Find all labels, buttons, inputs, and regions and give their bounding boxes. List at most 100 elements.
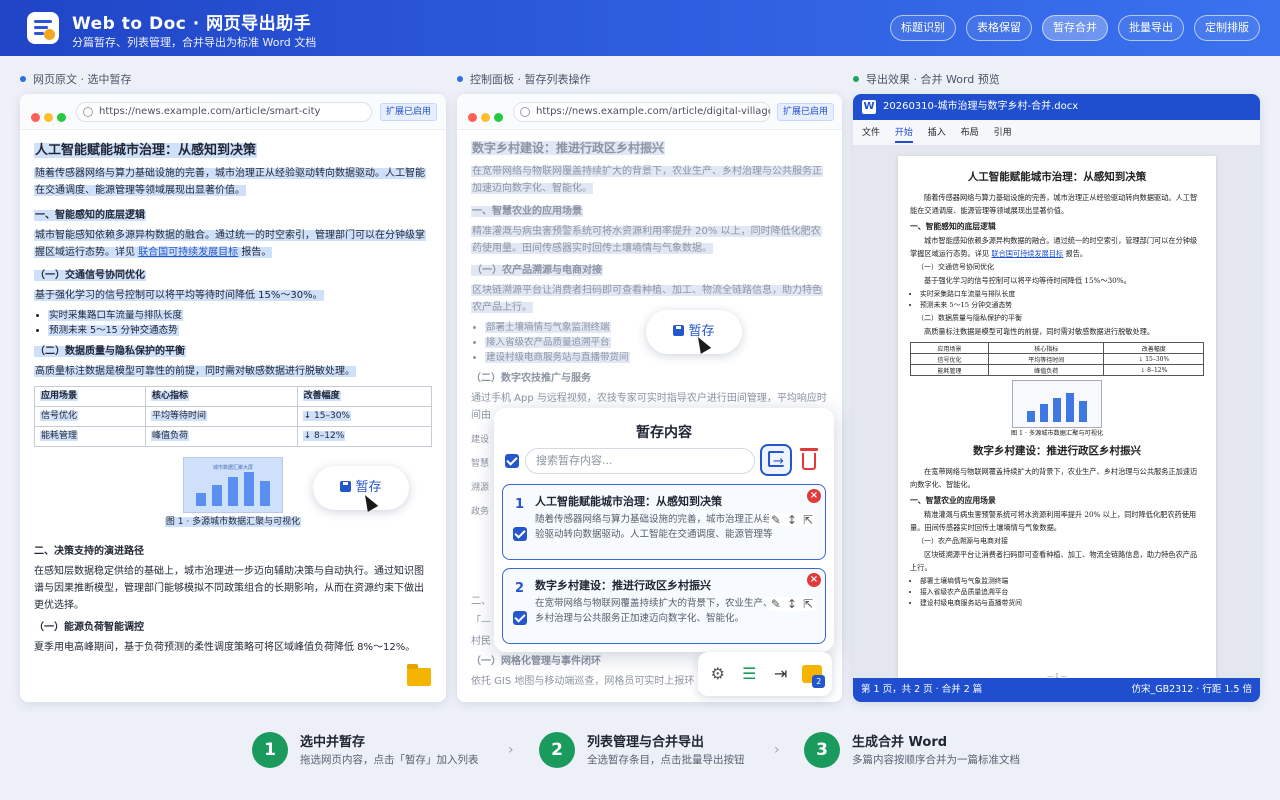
chart-bar <box>196 493 206 506</box>
app-logo-icon <box>27 12 59 44</box>
word-title-bar: W 20260310-城市治理与数字乡村-合并.docx <box>853 94 1260 120</box>
menu-insert[interactable]: 插入 <box>928 128 946 138</box>
paragraph: 在宽带网络与物联网覆盖持续扩大的背景下，农业生产、乡村治理与公共服务正加速迈向数… <box>471 166 823 194</box>
paragraph: 基于强化学习的信号控制可以将平均等待时间降低 15%～30%。 <box>34 290 324 301</box>
select-all-checkbox[interactable] <box>505 454 519 468</box>
menu-home[interactable]: 开始 <box>894 128 913 143</box>
address-bar[interactable]: https://news.example.com/article/smart-c… <box>76 102 372 122</box>
stash-item-card[interactable]: 1 人工智能赋能城市治理：从感知到决策 随着传感器网络与算力基础设施的完善，城市… <box>502 484 826 560</box>
save-icon <box>673 325 685 336</box>
stash-box-icon[interactable]: 2 <box>801 663 826 688</box>
word-preview-panel: W 20260310-城市治理与数字乡村-合并.docx 文件 开始 插入 布局… <box>853 94 1260 702</box>
settings-gear-icon[interactable]: ⚙ <box>707 663 729 685</box>
word-app-icon: W <box>862 100 876 114</box>
doc-subheading: （二）数据质量与隐私保护的平衡 <box>917 314 1022 322</box>
article-title: 数字乡村建设：推进行政区乡村振兴 <box>471 141 666 155</box>
open-icon[interactable]: ⇱ <box>803 513 813 527</box>
edit-icon[interactable]: ✎ <box>771 597 781 611</box>
doc-paragraph: 高质量标注数据是模型可靠性的前提，同时需对敏感数据进行脱敏处理。 <box>924 327 1155 336</box>
export-icon[interactable]: ⇥ <box>770 663 792 685</box>
chevron-right-icon: › <box>508 742 514 758</box>
delete-item-icon[interactable]: × <box>807 489 821 503</box>
doc-list-item: 部署土壤墒情与气象监测终端 <box>920 576 1204 587</box>
doc-table-cell: 应用场景 <box>909 342 990 354</box>
feature-batch-export-button[interactable]: 批量导出 <box>1118 15 1184 41</box>
section-heading: 一、智能感知的底层逻辑 <box>34 210 146 221</box>
paragraph: 夏季用电高峰期间，基于负荷预测的柔性调度策略可将区域峰值负荷降低 8%～12%。 <box>34 642 416 653</box>
doc-table-cell: 峰值负荷 <box>988 364 1105 376</box>
item-number: 1 <box>515 497 525 512</box>
stash-button[interactable]: 暂存 <box>646 310 742 354</box>
open-icon[interactable]: ⇱ <box>803 597 813 611</box>
address-bar[interactable]: https://news.example.com/article/digital… <box>513 102 771 122</box>
item-checkbox[interactable] <box>513 611 527 625</box>
chart-bar <box>228 477 238 506</box>
window-controls[interactable] <box>31 107 70 126</box>
article-content[interactable]: 人工智能赋能城市治理：从感知到决策 随着传感器网络与算力基础设施的完善，城市治理… <box>34 136 433 660</box>
reorder-icon[interactable]: ↕ <box>787 513 797 527</box>
list-item: 部署土壤墒情与气象监测终端 <box>485 322 611 333</box>
menu-layout[interactable]: 布局 <box>961 128 979 138</box>
table-header: 核心指标 <box>150 391 189 401</box>
doc2-title: 数字乡村建设：推进行政区乡村振兴 <box>973 445 1141 457</box>
source-page-panel: https://news.example.com/article/smart-c… <box>20 94 446 702</box>
chart-bar <box>1040 404 1048 422</box>
step-number: 3 <box>804 732 840 768</box>
feature-table-keep-button[interactable]: 表格保留 <box>966 15 1032 41</box>
menu-references[interactable]: 引用 <box>994 128 1012 138</box>
reorder-icon[interactable]: ↕ <box>787 597 797 611</box>
subsection-heading: （一）交通信号协同优化 <box>34 270 146 281</box>
doc-figure-caption: 图 1 · 多源城市数据汇聚与可视化 <box>1010 430 1104 437</box>
doc-paragraph: 基于强化学习的信号控制可以将平均等待时间降低 15%～30%。 <box>924 276 1131 285</box>
step-desc: 全选暂存条目，点击批量导出按钮 <box>587 754 745 766</box>
list-item: 实时采集路口车流量与排队长度 <box>48 310 184 321</box>
chart-bar <box>260 481 270 506</box>
feature-stash-merge-button[interactable]: 暂存合并 <box>1042 15 1108 41</box>
window-controls[interactable] <box>468 107 507 126</box>
feature-buttons: 标题识别 表格保留 暂存合并 批量导出 定制排版 <box>890 15 1260 41</box>
doc-table-cell: 改善幅度 <box>1103 342 1204 354</box>
paragraph: 高质量标注数据是模型可靠性的前提，同时需对敏感数据进行脱敏处理。 <box>34 366 356 377</box>
edit-icon[interactable]: ✎ <box>771 513 781 527</box>
extension-status-badge[interactable]: 扩展已启用 <box>380 103 438 121</box>
doc-table-cell: 核心指标 <box>988 342 1105 354</box>
popup-title: 暂存内容 <box>636 425 692 441</box>
doc-subheading: （一）农产品溯源与电商对接 <box>917 537 1008 545</box>
menu-file[interactable]: 文件 <box>862 128 880 138</box>
extension-status-badge[interactable]: 扩展已启用 <box>777 103 835 121</box>
doc-link[interactable]: 联合国可持续发展目标 <box>991 249 1063 258</box>
doc-paragraph: 精准灌溉与病虫害预警系统可将水资源利用率提升 20% 以上，同时降低化肥农药使用… <box>910 510 1197 532</box>
sdg-link[interactable]: 联合国可持续发展目标 <box>138 247 238 258</box>
batch-export-button[interactable]: → <box>760 444 792 476</box>
folder-icon[interactable] <box>407 664 431 686</box>
document-filename: 20260310-城市治理与数字乡村-合并.docx <box>883 101 1079 112</box>
list-icon[interactable]: ☰ <box>738 663 760 685</box>
article-title: 人工智能赋能城市治理：从感知到决策 <box>34 143 258 158</box>
doc-list-item: 建设村级电商服务站与直播带货间 <box>920 598 1204 609</box>
subsection-heading: （一）农产品溯源与电商对接 <box>471 265 603 276</box>
table-cell: ↓ 8–12% <box>302 431 346 441</box>
stash-search-input[interactable]: 搜索暂存内容... <box>525 448 755 474</box>
doc-subheading: （一）交通信号协同优化 <box>917 263 994 271</box>
table-cell: 平均等待时间 <box>150 411 207 421</box>
panel-title-right: 导出效果 · 合并 Word 预览 <box>853 71 1000 87</box>
paragraph: 在感知层数据稳定供给的基础上，城市治理进一步迈向辅助决策与自动执行。通过知识图谱… <box>34 566 424 611</box>
image-label: 城市数据汇聚大屏 <box>212 465 253 471</box>
globe-icon <box>83 107 93 117</box>
feature-title-detect-button[interactable]: 标题识别 <box>890 15 956 41</box>
save-icon <box>340 481 352 492</box>
stash-item-card[interactable]: 2 数字乡村建设：推进行政区乡村振兴 在宽带网络与物联网覆盖持续扩大的背景下，农… <box>502 568 826 644</box>
app-title: Web to Doc · 网页导出助手 <box>72 14 312 34</box>
clear-all-trash-icon[interactable] <box>799 448 819 472</box>
url-text: https://news.example.com/article/smart-c… <box>99 106 321 117</box>
item-checkbox[interactable] <box>513 527 527 541</box>
chart-bar <box>1053 398 1061 422</box>
document-page[interactable]: 人工智能赋能城市治理：从感知到决策 随着传感器网络与算力基础设施的完善，城市治理… <box>898 156 1216 684</box>
app-subtitle: 分篇暂存、列表管理，合并导出为标准 Word 文档 <box>72 36 317 49</box>
step-title: 列表管理与合并导出 <box>587 735 705 750</box>
word-ribbon-menu: 文件 开始 插入 布局 引用 <box>853 120 1260 146</box>
stash-button[interactable]: 暂存 <box>313 466 409 510</box>
delete-item-icon[interactable]: × <box>807 573 821 587</box>
feature-custom-layout-button[interactable]: 定制排版 <box>1194 15 1260 41</box>
list-item: 预测未来 5～15 分钟交通态势 <box>48 325 179 336</box>
